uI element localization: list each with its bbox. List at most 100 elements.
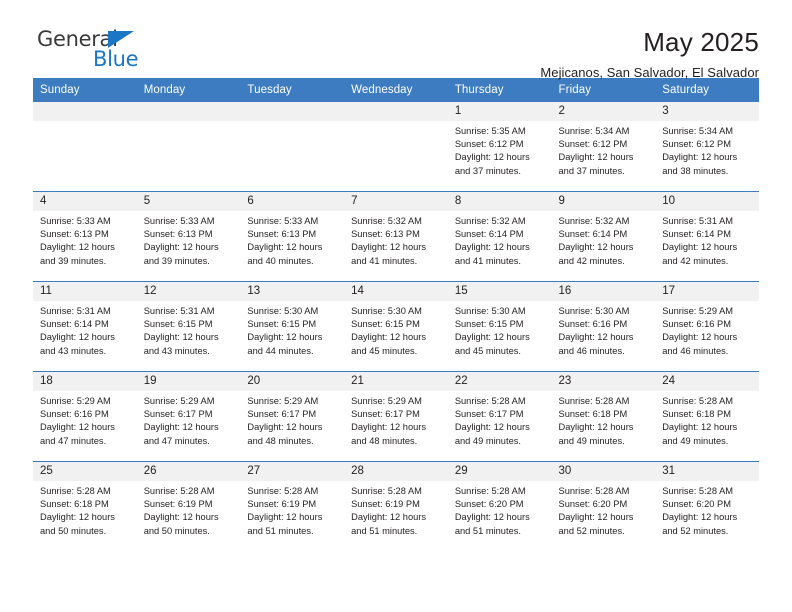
calendar-day-cell[interactable]: 6 Sunrise: 5:33 AM Sunset: 6:13 PM Daylight… bbox=[240, 191, 345, 282]
day-details: Sunrise: 5:28 AM Sunset: 6:19 PM Daylight:… bbox=[344, 481, 448, 538]
calendar-day-cell[interactable]: 1 Sunrise: 5:35 AM Sunset: 6:12 PM Daylight… bbox=[447, 102, 552, 192]
day-number: 24 bbox=[655, 372, 759, 392]
calendar-day-cell[interactable]: 5 Sunrise: 5:33 AM Sunset: 6:13 PM Daylight… bbox=[136, 191, 241, 282]
sunset-time: Sunset: 6:17 PM bbox=[454, 409, 524, 420]
day-details: Sunrise: 5:28 AM Sunset: 6:18 PM Daylight:… bbox=[552, 391, 656, 448]
sunrise-time: Sunrise: 5:28 AM bbox=[143, 486, 215, 497]
calendar-day-cell[interactable]: 26 Sunrise: 5:28 AM Sunset: 6:19 PM Dayligh… bbox=[136, 461, 241, 551]
sunrise-time: Sunrise: 5:28 AM bbox=[40, 486, 111, 497]
calendar-day-cell-empty bbox=[33, 102, 137, 192]
sunrise-time: Sunrise: 5:29 AM bbox=[351, 396, 422, 407]
sunrise-time: Sunrise: 5:29 AM bbox=[143, 396, 215, 407]
calendar-day-cell[interactable]: 17 Sunrise: 5:29 AM Sunset: 6:16 PM Dayligh… bbox=[655, 281, 759, 372]
daylight-duration-line2: and 39 minutes. bbox=[40, 255, 107, 266]
daylight-duration-line1: Daylight: 12 hours bbox=[662, 152, 738, 163]
daylight-duration-line2: and 42 minutes. bbox=[662, 255, 729, 266]
calendar-day-cell-empty bbox=[136, 102, 241, 192]
calendar-day-cell[interactable]: 4 Sunrise: 5:33 AM Sunset: 6:13 PM Daylight… bbox=[33, 191, 137, 282]
weekday-header-friday: Friday bbox=[551, 78, 656, 102]
calendar-day-cell[interactable]: 24 Sunrise: 5:28 AM Sunset: 6:18 PM Dayligh… bbox=[655, 371, 759, 462]
daylight-duration-line1: Daylight: 12 hours bbox=[454, 422, 530, 433]
daylight-duration-line2: and 37 minutes. bbox=[558, 165, 625, 176]
day-details: Sunrise: 5:29 AM Sunset: 6:16 PM Daylight:… bbox=[655, 301, 759, 358]
calendar-day-cell[interactable]: 29 Sunrise: 5:28 AM Sunset: 6:20 PM Dayligh… bbox=[447, 461, 552, 551]
day-number: 7 bbox=[344, 192, 448, 212]
daylight-duration-line2: and 49 minutes. bbox=[454, 435, 521, 446]
daylight-duration-line1: Daylight: 12 hours bbox=[247, 332, 323, 343]
sunrise-time: Sunrise: 5:28 AM bbox=[558, 396, 630, 407]
sunset-time: Sunset: 6:19 PM bbox=[143, 499, 213, 510]
calendar-day-cell[interactable]: 10 Sunrise: 5:31 AM Sunset: 6:14 PM Dayligh… bbox=[655, 191, 759, 282]
daylight-duration-line2: and 48 minutes. bbox=[247, 435, 314, 446]
day-number: 5 bbox=[136, 192, 241, 212]
weekday-header-sunday: Sunday bbox=[33, 78, 137, 102]
weekday-header-thursday: Thursday bbox=[447, 78, 552, 102]
sunrise-time: Sunrise: 5:28 AM bbox=[558, 486, 630, 497]
sunset-time: Sunset: 6:19 PM bbox=[351, 499, 420, 510]
daylight-duration-line1: Daylight: 12 hours bbox=[351, 422, 427, 433]
calendar-day-cell[interactable]: 3 Sunrise: 5:34 AM Sunset: 6:12 PM Daylight… bbox=[655, 102, 759, 192]
calendar-day-cell[interactable]: 23 Sunrise: 5:28 AM Sunset: 6:18 PM Dayligh… bbox=[551, 371, 656, 462]
calendar-day-cell-empty bbox=[344, 102, 448, 192]
daylight-duration-line1: Daylight: 12 hours bbox=[454, 332, 530, 343]
calendar-day-cell[interactable]: 28 Sunrise: 5:28 AM Sunset: 6:19 PM Dayligh… bbox=[344, 461, 448, 551]
calendar-day-cell[interactable]: 2 Sunrise: 5:34 AM Sunset: 6:12 PM Daylight… bbox=[551, 102, 656, 192]
calendar-day-cell[interactable]: 15 Sunrise: 5:30 AM Sunset: 6:15 PM Dayligh… bbox=[447, 281, 552, 372]
daylight-duration-line2: and 46 minutes. bbox=[558, 345, 625, 356]
daylight-duration-line1: Daylight: 12 hours bbox=[454, 242, 530, 253]
calendar-day-cell[interactable]: 12 Sunrise: 5:31 AM Sunset: 6:15 PM Dayligh… bbox=[136, 281, 241, 372]
sunset-time: Sunset: 6:13 PM bbox=[40, 229, 109, 240]
calendar-week-row: 1 Sunrise: 5:35 AM Sunset: 6:12 PM Daylight… bbox=[33, 102, 759, 192]
calendar-day-cell[interactable]: 16 Sunrise: 5:30 AM Sunset: 6:16 PM Dayligh… bbox=[551, 281, 656, 372]
daylight-duration-line2: and 47 minutes. bbox=[40, 435, 107, 446]
daylight-duration-line1: Daylight: 12 hours bbox=[558, 152, 634, 163]
sunset-time: Sunset: 6:18 PM bbox=[558, 409, 628, 420]
day-details: Sunrise: 5:30 AM Sunset: 6:15 PM Daylight:… bbox=[448, 301, 552, 358]
sunset-time: Sunset: 6:20 PM bbox=[558, 499, 628, 510]
day-number: 29 bbox=[447, 462, 552, 482]
calendar-day-cell[interactable]: 19 Sunrise: 5:29 AM Sunset: 6:17 PM Dayligh… bbox=[136, 371, 241, 462]
calendar-day-cell[interactable]: 30 Sunrise: 5:28 AM Sunset: 6:20 PM Dayligh… bbox=[551, 461, 656, 551]
day-number: 4 bbox=[33, 192, 137, 212]
daylight-duration-line1: Daylight: 12 hours bbox=[558, 512, 634, 523]
sunset-time: Sunset: 6:19 PM bbox=[247, 499, 317, 510]
daylight-duration-line2: and 39 minutes. bbox=[143, 255, 210, 266]
sunrise-time: Sunrise: 5:28 AM bbox=[247, 486, 319, 497]
calendar-day-cell[interactable]: 21 Sunrise: 5:29 AM Sunset: 6:17 PM Dayligh… bbox=[344, 371, 448, 462]
sunrise-time: Sunrise: 5:28 AM bbox=[454, 396, 526, 407]
day-number bbox=[344, 102, 448, 122]
day-details: Sunrise: 5:35 AM Sunset: 6:12 PM Daylight:… bbox=[448, 121, 552, 178]
day-number: 2 bbox=[551, 102, 656, 122]
sunset-time: Sunset: 6:17 PM bbox=[351, 409, 420, 420]
calendar-day-cell[interactable]: 7 Sunrise: 5:32 AM Sunset: 6:13 PM Daylight… bbox=[344, 191, 448, 282]
calendar-day-cell[interactable]: 13 Sunrise: 5:30 AM Sunset: 6:15 PM Dayligh… bbox=[240, 281, 345, 372]
calendar-day-cell[interactable]: 31 Sunrise: 5:28 AM Sunset: 6:20 PM Dayligh… bbox=[655, 461, 759, 551]
sunrise-time: Sunrise: 5:33 AM bbox=[247, 216, 319, 227]
day-details: Sunrise: 5:34 AM Sunset: 6:12 PM Daylight:… bbox=[552, 121, 656, 178]
day-number: 6 bbox=[240, 192, 345, 212]
day-number: 30 bbox=[551, 462, 656, 482]
sunset-time: Sunset: 6:13 PM bbox=[247, 229, 317, 240]
calendar-day-cell[interactable]: 20 Sunrise: 5:29 AM Sunset: 6:17 PM Dayligh… bbox=[240, 371, 345, 462]
calendar-day-cell[interactable]: 25 Sunrise: 5:28 AM Sunset: 6:18 PM Dayligh… bbox=[33, 461, 137, 551]
sunrise-time: Sunrise: 5:30 AM bbox=[247, 306, 319, 317]
daylight-duration-line2: and 51 minutes. bbox=[454, 525, 521, 536]
day-number: 27 bbox=[240, 462, 345, 482]
calendar-day-cell[interactable]: 8 Sunrise: 5:32 AM Sunset: 6:14 PM Daylight… bbox=[447, 191, 552, 282]
day-details: Sunrise: 5:31 AM Sunset: 6:15 PM Daylight:… bbox=[137, 301, 241, 358]
daylight-duration-line2: and 51 minutes. bbox=[247, 525, 314, 536]
sunrise-time: Sunrise: 5:32 AM bbox=[454, 216, 526, 227]
daylight-duration-line2: and 50 minutes. bbox=[40, 525, 107, 536]
calendar-day-cell[interactable]: 22 Sunrise: 5:28 AM Sunset: 6:17 PM Dayligh… bbox=[447, 371, 552, 462]
calendar-day-cell[interactable]: 14 Sunrise: 5:30 AM Sunset: 6:15 PM Dayligh… bbox=[344, 281, 448, 372]
general-blue-logo[interactable]: General Blue bbox=[33, 27, 163, 73]
calendar-day-cell[interactable]: 11 Sunrise: 5:31 AM Sunset: 6:14 PM Dayligh… bbox=[33, 281, 137, 372]
sunset-time: Sunset: 6:14 PM bbox=[454, 229, 524, 240]
day-details: Sunrise: 5:33 AM Sunset: 6:13 PM Daylight:… bbox=[240, 211, 344, 268]
calendar-day-cell[interactable]: 18 Sunrise: 5:29 AM Sunset: 6:16 PM Dayligh… bbox=[33, 371, 137, 462]
daylight-duration-line2: and 40 minutes. bbox=[247, 255, 314, 266]
calendar-day-cell[interactable]: 27 Sunrise: 5:28 AM Sunset: 6:19 PM Dayligh… bbox=[240, 461, 345, 551]
calendar-day-cell[interactable]: 9 Sunrise: 5:32 AM Sunset: 6:14 PM Daylight… bbox=[551, 191, 656, 282]
daylight-duration-line2: and 37 minutes. bbox=[454, 165, 521, 176]
daylight-duration-line2: and 46 minutes. bbox=[662, 345, 729, 356]
